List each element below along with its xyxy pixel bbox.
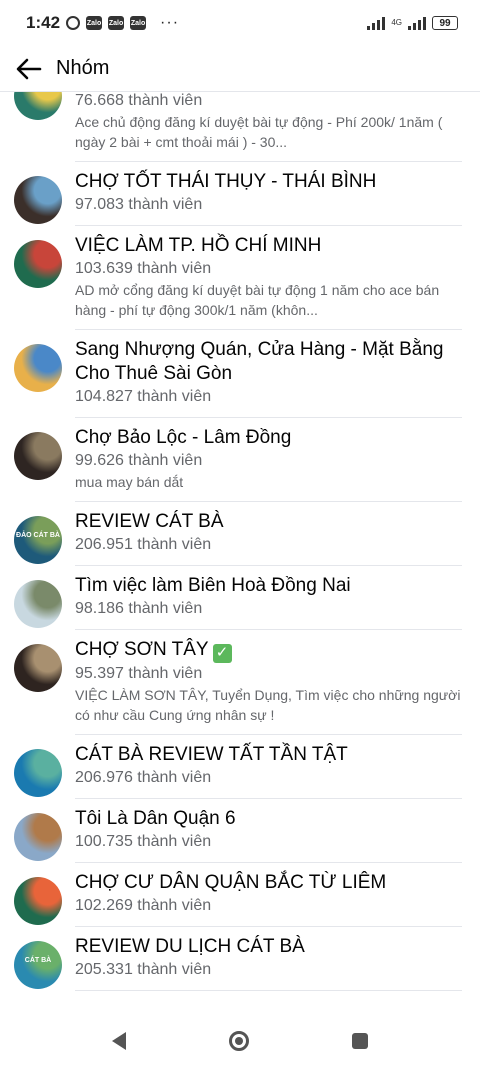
group-avatar: ĐẢO CÁT BÀ bbox=[14, 516, 62, 564]
group-list[interactable]: CHỢ CẦN THƠ76.668 thành viênAce chủ động… bbox=[0, 92, 480, 1014]
group-name: CHỢ TỐT THÁI THỤY - THÁI BÌNH bbox=[75, 171, 377, 192]
group-info: VIỆC LÀM TP. HỒ CHÍ MINH 103.639 thành vi… bbox=[75, 234, 462, 330]
group-avatar bbox=[14, 176, 62, 224]
group-info: CÁT BÀ REVIEW TẤT TẦN TẬT 206.976 thành v… bbox=[75, 743, 462, 799]
group-name: Sang Nhượng Quán, Cửa Hàng - Mặt Bằng Ch… bbox=[75, 339, 444, 384]
group-name: VIỆC LÀM TP. HỒ CHÍ MINH bbox=[75, 235, 322, 256]
group-title-row: Chợ Bảo Lộc - Lâm Đồng bbox=[75, 426, 462, 450]
group-list-item[interactable]: Tìm việc làm Biên Hoà Đồng Nai 98.186 thà… bbox=[0, 566, 480, 630]
group-title-row: Sang Nhượng Quán, Cửa Hàng - Mặt Bằng Ch… bbox=[75, 338, 462, 386]
group-name: CHỢ CƯ DÂN QUẬN BẮC TỪ LIÊM bbox=[75, 871, 387, 893]
group-member-count: 103.639 thành viên bbox=[75, 260, 212, 277]
group-list-item[interactable]: CHỢ CƯ DÂN QUẬN BẮC TỪ LIÊM 102.269 thành… bbox=[0, 863, 480, 927]
group-description: VIỆC LÀM SƠN TÂY, Tuyển Dụng, Tìm việc c… bbox=[75, 686, 461, 723]
group-member-count: 99.626 thành viên bbox=[75, 452, 203, 469]
page-title: Nhóm bbox=[56, 57, 110, 79]
group-title-row: Tôi Là Dân Quận 6 bbox=[75, 807, 462, 831]
group-list-item[interactable]: Tôi Là Dân Quận 6 100.735 thành viên bbox=[0, 799, 480, 863]
group-name: Tìm việc làm Biên Hoà Đồng Nai bbox=[75, 575, 351, 596]
group-title-row: CÁT BÀ REVIEW TẤT TẦN TẬT bbox=[75, 743, 462, 767]
group-avatar: CÁT BÀ bbox=[14, 940, 62, 989]
group-avatar bbox=[14, 876, 62, 925]
zalo-notification-icon: Zalo bbox=[130, 16, 147, 30]
group-member-count: 206.951 thành viên bbox=[75, 536, 212, 553]
group-title-row: CHỢ CƯ DÂN QUẬN BẮC TỪ LIÊM bbox=[75, 871, 462, 895]
group-name: REVIEW DU LỊCH CÁT BÀ bbox=[75, 935, 305, 957]
nav-home-button[interactable] bbox=[228, 1030, 249, 1051]
group-info: REVIEW DU LỊCH CÁT BÀ 205.331 thành viên bbox=[75, 935, 462, 991]
check-mark-icon: ✓ bbox=[212, 643, 232, 663]
group-member-count: 98.186 thành viên bbox=[75, 600, 203, 617]
group-avatar bbox=[14, 748, 62, 797]
group-description: AD mở cổng đăng kí duyệt bài tự động 1 n… bbox=[75, 282, 440, 318]
group-avatar bbox=[14, 580, 62, 628]
group-info: CHỢ SƠN TÂY ✓ 95.397 thành viên VIỆC LÀM SƠ… bbox=[75, 638, 462, 735]
nav-back-button[interactable] bbox=[111, 1031, 126, 1050]
group-name: CHỢ SƠN TÂY bbox=[75, 639, 209, 660]
group-member-count: 95.397 thành viên bbox=[75, 664, 203, 682]
group-description: mua may bán dắt bbox=[75, 474, 184, 490]
group-list-item[interactable]: CHỢ TỐT THÁI THỤY - THÁI BÌNH 97.083 thàn… bbox=[0, 162, 480, 226]
group-member-count: 100.735 thành viên bbox=[75, 832, 212, 850]
group-member-count: 102.269 thành viên bbox=[75, 896, 212, 914]
group-name: CÁT BÀ REVIEW TẤT TẦN TẬT bbox=[75, 743, 348, 765]
arrow-left-icon bbox=[16, 58, 42, 79]
nav-recents-button[interactable] bbox=[352, 1032, 369, 1049]
zalo-notification-icon: Zalo bbox=[108, 16, 125, 30]
group-avatar-text: ĐẢO CÁT BÀ bbox=[16, 532, 60, 539]
group-name: Chợ Bảo Lộc - Lâm Đồng bbox=[75, 427, 292, 448]
alarm-icon bbox=[66, 16, 81, 30]
group-title-row: REVIEW DU LỊCH CÁT BÀ bbox=[75, 935, 462, 959]
group-info: Tôi Là Dân Quận 6 100.735 thành viên bbox=[75, 807, 462, 863]
group-title-row: CHỢ TỐT THÁI THỤY - THÁI BÌNH bbox=[75, 170, 462, 194]
system-nav-bar bbox=[0, 1014, 480, 1067]
group-member-count: 104.827 thành viên bbox=[75, 388, 212, 405]
group-list-item[interactable]: CHỢ CẦN THƠ76.668 thành viênAce chủ động… bbox=[0, 92, 480, 162]
group-title-row: REVIEW CÁT BÀ bbox=[75, 510, 462, 534]
group-title-row: VIỆC LÀM TP. HỒ CHÍ MINH bbox=[75, 234, 462, 258]
group-description: Ace chủ động đăng kí duyệt bài tự động -… bbox=[75, 114, 443, 150]
group-avatar bbox=[14, 240, 62, 288]
group-list-item[interactable]: CÁT BÀ REVIEW DU LỊCH CÁT BÀ 205.331 thành… bbox=[0, 927, 480, 991]
group-list-item[interactable]: CHỢ SƠN TÂY ✓ 95.397 thành viên VIỆC LÀM SƠ… bbox=[0, 630, 480, 735]
battery-icon: 99 bbox=[432, 16, 458, 30]
status-time: 1:42 bbox=[26, 13, 61, 32]
group-member-count: 205.331 thành viên bbox=[75, 960, 212, 978]
signal-icon bbox=[408, 16, 426, 30]
group-member-count: 97.083 thành viên bbox=[75, 196, 203, 213]
group-avatar-text: CÁT BÀ bbox=[24, 956, 52, 964]
group-avatar bbox=[14, 432, 62, 480]
group-name: Tôi Là Dân Quận 6 bbox=[75, 807, 236, 829]
zalo-notification-icon: Zalo bbox=[86, 16, 103, 30]
more-notifications-icon: ··· bbox=[160, 14, 180, 31]
network-type: 4G bbox=[391, 18, 402, 27]
group-list-item[interactable]: CÁT BÀ REVIEW TẤT TẦN TẬT 206.976 thành v… bbox=[0, 735, 480, 799]
group-member-count: 76.668 thành viên bbox=[75, 92, 203, 109]
group-info: CHỢ CƯ DÂN QUẬN BẮC TỪ LIÊM 102.269 thành… bbox=[75, 871, 462, 927]
group-avatar bbox=[14, 812, 62, 861]
group-info: REVIEW CÁT BÀ 206.951 thành viên bbox=[75, 510, 462, 566]
group-list-item[interactable]: ĐẢO CÁT BÀ REVIEW CÁT BÀ 206.951 thành viê… bbox=[0, 502, 480, 566]
group-title-row: CHỢ SƠN TÂY ✓ bbox=[75, 638, 462, 663]
group-member-count: 206.976 thành viên bbox=[75, 768, 212, 786]
app-header: Nhóm bbox=[0, 46, 480, 92]
group-name: REVIEW CÁT BÀ bbox=[75, 511, 224, 532]
group-list-item[interactable]: Sang Nhượng Quán, Cửa Hàng - Mặt Bằng Ch… bbox=[0, 330, 480, 418]
group-info: Tìm việc làm Biên Hoà Đồng Nai 98.186 thà… bbox=[75, 574, 462, 630]
group-list-item[interactable]: VIỆC LÀM TP. HỒ CHÍ MINH 103.639 thành vi… bbox=[0, 226, 480, 330]
group-info: Chợ Bảo Lộc - Lâm Đồng 99.626 thành viên m… bbox=[75, 426, 462, 502]
status-bar: 1:42 Zalo Zalo Zalo ··· 4G 99 bbox=[0, 0, 480, 46]
group-avatar bbox=[14, 92, 62, 120]
group-avatar bbox=[14, 344, 62, 392]
group-info: CHỢ CẦN THƠ76.668 thành viênAce chủ động… bbox=[75, 92, 462, 162]
group-info: Sang Nhượng Quán, Cửa Hàng - Mặt Bằng Ch… bbox=[75, 338, 462, 418]
back-button[interactable] bbox=[14, 54, 44, 84]
group-info: CHỢ TỐT THÁI THỤY - THÁI BÌNH 97.083 thàn… bbox=[75, 170, 462, 226]
group-title-row: Tìm việc làm Biên Hoà Đồng Nai bbox=[75, 574, 462, 598]
group-list-item[interactable]: Chợ Bảo Lộc - Lâm Đồng 99.626 thành viên m… bbox=[0, 418, 480, 502]
group-avatar bbox=[14, 644, 62, 692]
signal-icon bbox=[367, 16, 386, 30]
